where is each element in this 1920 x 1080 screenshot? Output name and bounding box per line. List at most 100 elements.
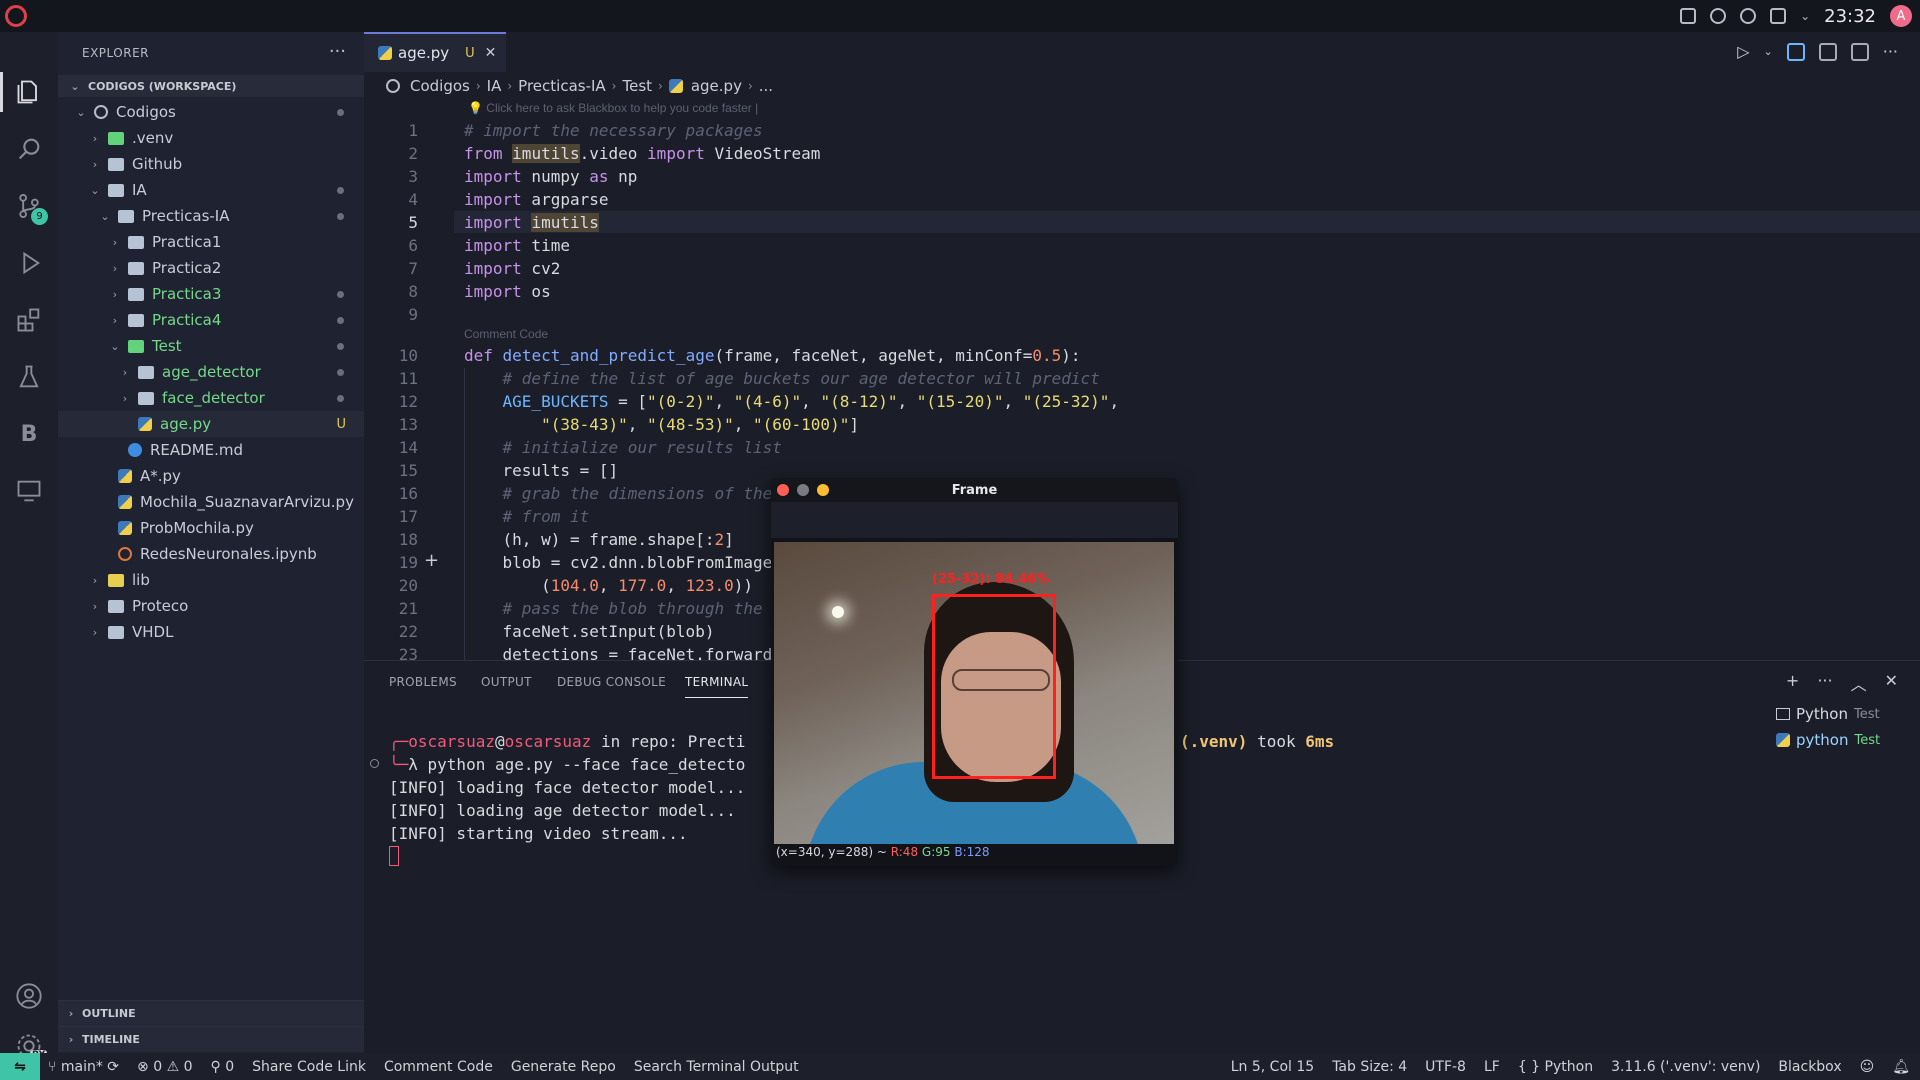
compare-icon[interactable] <box>1818 42 1837 61</box>
timeline-section[interactable]: › TIMELINE <box>58 1026 364 1052</box>
language-mode[interactable]: { } Python <box>1518 1059 1593 1075</box>
chevron-down-icon[interactable]: ⌄ <box>1764 45 1773 58</box>
terminal-item[interactable]: python Test <box>1776 727 1920 753</box>
bluetooth-icon[interactable] <box>1710 8 1727 24</box>
tree-item-vhdl[interactable]: › VHDL <box>58 619 364 645</box>
frame-window[interactable]: Frame (25-32): 84.46% (x=340, y=288) ~ R… <box>771 478 1178 866</box>
tree-item-test[interactable]: ⌄ Test <box>58 333 364 359</box>
video-frame[interactable]: (25-32): 84.46% <box>774 542 1174 844</box>
new-terminal-icon[interactable]: + <box>1786 671 1799 695</box>
bell-icon[interactable]: 🔔︎ <box>1892 1059 1910 1075</box>
folder-icon <box>128 313 144 327</box>
run-icon[interactable]: ▷ <box>1737 42 1749 61</box>
tree-item-readme[interactable]: README.md <box>58 437 364 463</box>
tab-output[interactable]: OUTPUT <box>481 675 532 689</box>
clipboard-icon[interactable] <box>1680 8 1697 24</box>
line-number: 6 <box>408 236 418 255</box>
tree-item-practica1[interactable]: › Practica1 <box>58 229 364 255</box>
wifi-icon[interactable] <box>1740 8 1757 24</box>
split-editor-icon[interactable] <box>1850 42 1869 61</box>
tree-item-practica4[interactable]: › Practica4 <box>58 307 364 333</box>
maximize-panel-icon[interactable]: ︿ <box>1851 671 1867 695</box>
extensions-icon[interactable] <box>15 306 43 334</box>
volume-icon[interactable] <box>1770 8 1787 24</box>
close-icon[interactable]: ✕ <box>485 45 497 61</box>
ports-indicator[interactable]: ⚲ 0 <box>211 1059 235 1075</box>
cursor-position[interactable]: Ln 5, Col 15 <box>1231 1059 1314 1075</box>
frame-titlebar[interactable]: Frame <box>771 478 1178 502</box>
tree-item-age-py[interactable]: age.py U <box>58 411 364 437</box>
python-interpreter[interactable]: 3.11.6 ('.venv': venv) <box>1611 1059 1760 1075</box>
clock[interactable]: 23:32 <box>1824 6 1876 27</box>
encoding[interactable]: UTF-8 <box>1425 1059 1466 1075</box>
folder-icon <box>138 365 154 379</box>
close-icon[interactable]: ✕ <box>1885 671 1898 695</box>
python-file-icon <box>118 495 132 509</box>
tab-age-py[interactable]: age.py U ✕ <box>364 32 506 72</box>
more-actions-icon[interactable]: ··· <box>1817 671 1832 695</box>
terminal-status-circle <box>370 759 379 768</box>
remote-indicator-icon[interactable]: ⇋ <box>0 1053 40 1080</box>
blackbox-icon[interactable]: B <box>15 420 43 448</box>
breadcrumb-item[interactable]: Codigos <box>410 77 470 95</box>
problems-indicator[interactable]: ⊗ 0 ⚠ 0 <box>137 1059 192 1075</box>
search-terminal-output-button[interactable]: Search Terminal Output <box>634 1059 799 1075</box>
tree-item-astar-py[interactable]: A*.py <box>58 463 364 489</box>
tree-item-face-detector[interactable]: › face_detector <box>58 385 364 411</box>
testing-flask-icon[interactable] <box>15 363 43 391</box>
workspace-header[interactable]: ⌄ CODIGOS (WORKSPACE) <box>58 75 364 97</box>
branch-indicator[interactable]: ⑂ main* ⟳ <box>48 1059 119 1075</box>
tree-item-practica3[interactable]: › Practica3 <box>58 281 364 307</box>
user-avatar[interactable]: A <box>1890 5 1912 27</box>
tree-item-github[interactable]: › Github <box>58 151 364 177</box>
tree-item-ia[interactable]: ⌄ IA <box>58 177 364 203</box>
explorer-more-button[interactable]: ··· <box>329 41 346 62</box>
generate-repo-button[interactable]: Generate Repo <box>511 1059 616 1075</box>
chevron-right-icon: › <box>112 313 118 327</box>
share-code-link[interactable]: Share Code Link <box>252 1059 366 1075</box>
blackbox-status[interactable]: Blackbox <box>1778 1059 1841 1075</box>
tree-item-precticas-ia[interactable]: ⌄ Precticas-IA <box>58 203 364 229</box>
test-folder-icon <box>128 339 144 353</box>
tree-item-redes[interactable]: RedesNeuronales.ipynb <box>58 541 364 567</box>
breadcrumb-item[interactable]: age.py <box>691 77 742 95</box>
copilot-icon[interactable]: ☺ <box>1860 1059 1875 1075</box>
tree-item-mochila[interactable]: Mochila_SuaznavarArvizu.py <box>58 489 364 515</box>
tab-problems[interactable]: PROBLEMS <box>389 675 457 689</box>
outline-section[interactable]: › OUTLINE <box>58 1000 364 1026</box>
breadcrumb-item[interactable]: ... <box>759 77 773 95</box>
distro-logo-icon[interactable] <box>5 5 27 27</box>
chevron-down-icon[interactable]: ⌄ <box>1800 9 1810 23</box>
breadcrumb-item[interactable]: IA <box>487 77 502 95</box>
tab-terminal[interactable]: TERMINAL <box>685 675 749 698</box>
tree-item-codigos[interactable]: ⌄ Codigos <box>58 99 364 125</box>
add-comment-icon[interactable]: + <box>424 550 439 571</box>
tree-item-proteco[interactable]: › Proteco <box>58 593 364 619</box>
tree-item-label: .venv <box>132 129 174 147</box>
tree-item-venv[interactable]: › .venv <box>58 125 364 151</box>
comment-code-button[interactable]: Comment Code <box>384 1059 493 1075</box>
tree-item-practica2[interactable]: › Practica2 <box>58 255 364 281</box>
blackbox-hint[interactable]: 💡 Click here to ask Blackbox to help you… <box>468 101 758 115</box>
tab-debug-console[interactable]: DEBUG CONSOLE <box>557 675 666 689</box>
preview-icon[interactable] <box>1786 42 1805 61</box>
remote-explorer-icon[interactable] <box>15 477 43 505</box>
tree-item-probmochila[interactable]: ProbMochila.py <box>58 515 364 541</box>
tree-item-age-detector[interactable]: › age_detector <box>58 359 364 385</box>
tab-size[interactable]: Tab Size: 4 <box>1332 1059 1407 1075</box>
timeline-label: TIMELINE <box>82 1033 140 1046</box>
run-debug-icon[interactable] <box>15 249 43 277</box>
terminal-cursor[interactable] <box>389 846 399 866</box>
comment-code-lens[interactable]: Comment Code <box>464 327 548 341</box>
line-ending[interactable]: LF <box>1484 1059 1500 1075</box>
explorer-icon[interactable] <box>15 78 43 106</box>
breadcrumb-item[interactable]: Precticas-IA <box>518 77 606 95</box>
workspace-label: CODIGOS (WORKSPACE) <box>88 79 237 93</box>
breadcrumb-item[interactable]: Test <box>622 77 652 95</box>
tree-item-lib[interactable]: › lib <box>58 567 364 593</box>
account-icon[interactable] <box>15 982 43 1010</box>
chevron-down-icon: ⌄ <box>100 209 110 223</box>
search-icon[interactable] <box>15 135 43 163</box>
terminal-item[interactable]: Python Test <box>1776 701 1920 727</box>
more-actions-icon[interactable]: ··· <box>1883 42 1898 61</box>
